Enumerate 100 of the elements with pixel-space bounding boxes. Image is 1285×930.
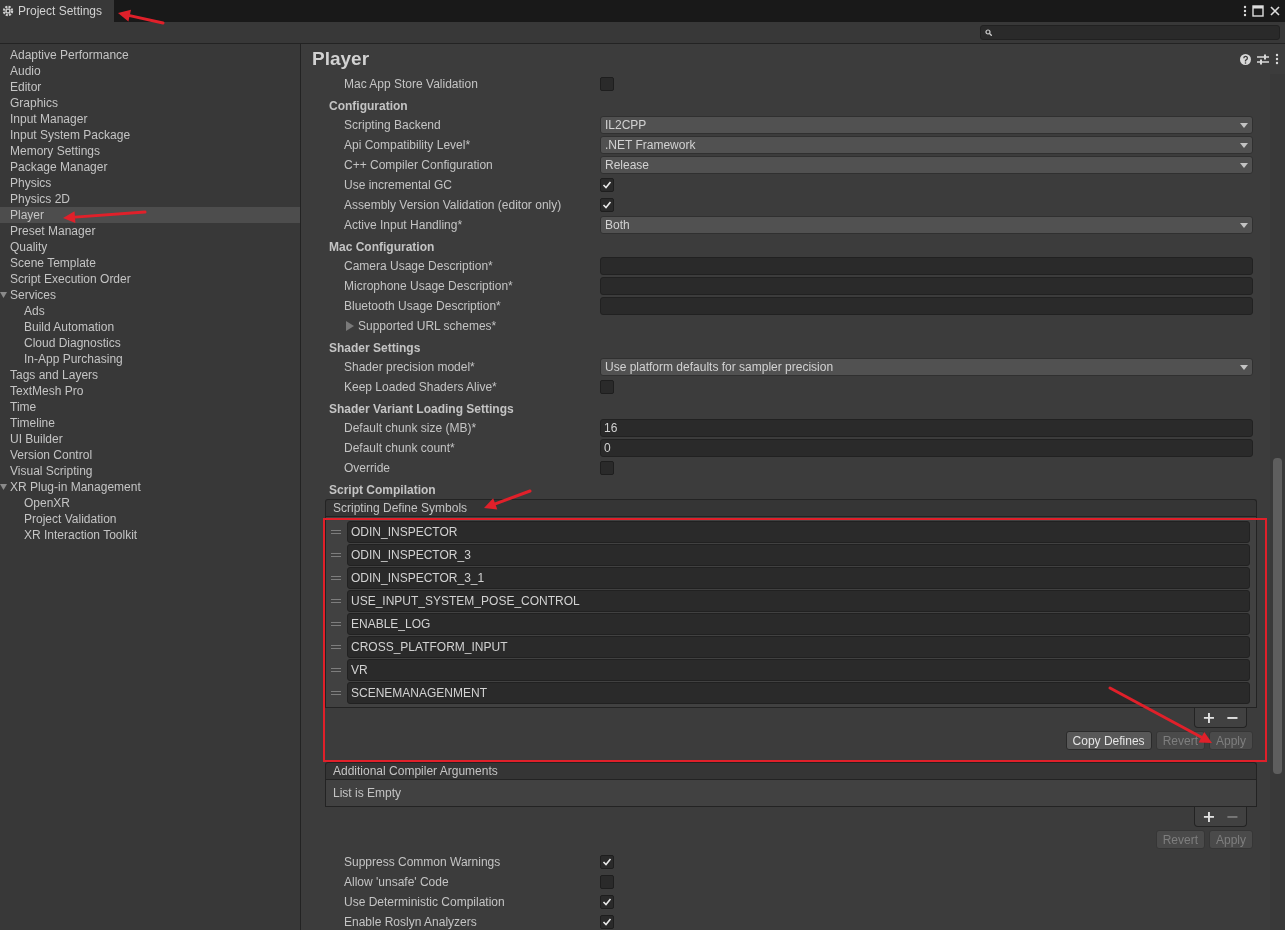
field-label: C++ Compiler Configuration	[343, 158, 494, 172]
sidebar-item[interactable]: OpenXR	[0, 495, 300, 511]
add-button[interactable]: +	[1199, 808, 1219, 825]
help-icon[interactable]	[1240, 53, 1251, 65]
list-header[interactable]: Scripting Define Symbols	[325, 499, 1257, 516]
sidebar-item[interactable]: UI Builder	[0, 431, 300, 447]
text-field[interactable]: ODIN_INSPECTOR_3	[347, 543, 1250, 566]
drag-handle-icon[interactable]	[331, 527, 341, 536]
drag-handle-icon[interactable]	[331, 550, 341, 559]
sidebar-item[interactable]: Ads	[0, 303, 300, 319]
checkbox[interactable]	[600, 380, 614, 394]
dropdown-caret-icon	[1240, 162, 1248, 168]
dropdown[interactable]: Use platform defaults for sampler precision	[600, 358, 1253, 376]
maximize-icon[interactable]	[1252, 5, 1264, 17]
search-field[interactable]	[980, 25, 1280, 40]
checkbox[interactable]	[600, 77, 614, 91]
dropdown-caret-icon	[1240, 222, 1248, 228]
checkbox[interactable]	[600, 178, 614, 192]
sidebar-item[interactable]: Input Manager	[0, 111, 300, 127]
sidebar-item[interactable]: XR Plug-in Management	[0, 479, 300, 495]
sidebar-item[interactable]: Editor	[0, 79, 300, 95]
sidebar-item[interactable]: Memory Settings	[0, 143, 300, 159]
dropdown[interactable]: Both	[600, 216, 1253, 234]
dropdown[interactable]: IL2CPP	[600, 116, 1253, 134]
sidebar-item[interactable]: Package Manager	[0, 159, 300, 175]
text-field[interactable]: USE_INPUT_SYSTEM_POSE_CONTROL	[347, 589, 1250, 612]
sidebar-item[interactable]: Adaptive Performance	[0, 47, 300, 63]
remove-button[interactable]: −	[1222, 709, 1242, 726]
sidebar-item[interactable]: Services	[0, 287, 300, 303]
sidebar-item[interactable]: Physics 2D	[0, 191, 300, 207]
checkbox[interactable]	[600, 875, 614, 889]
field-label: Use Deterministic Compilation	[343, 895, 506, 909]
sidebar-item[interactable]: Scene Template	[0, 255, 300, 271]
sidebar-item[interactable]: Project Validation	[0, 511, 300, 527]
drag-handle-icon[interactable]	[331, 573, 341, 582]
field-label: Shader precision model*	[343, 360, 476, 374]
text-field[interactable]: ODIN_INSPECTOR_3_1	[347, 566, 1250, 589]
text-field[interactable]: CROSS_PLATFORM_INPUT	[347, 635, 1250, 658]
sidebar-item[interactable]: Quality	[0, 239, 300, 255]
field-label: Use incremental GC	[343, 178, 454, 192]
sidebar-item[interactable]: Version Control	[0, 447, 300, 463]
field-label: Default chunk size (MB)*	[343, 421, 478, 435]
dropdown-caret-icon	[1240, 122, 1248, 128]
text-field[interactable]: ODIN_INSPECTOR	[347, 520, 1250, 543]
drag-handle-icon[interactable]	[331, 665, 341, 674]
expand-arrow-icon[interactable]	[346, 321, 354, 331]
expand-arrow-icon[interactable]	[0, 291, 8, 299]
dropdown[interactable]: .NET Framework	[600, 136, 1253, 154]
add-button[interactable]: +	[1199, 709, 1219, 726]
field-label: Microphone Usage Description*	[343, 279, 514, 293]
sidebar-item[interactable]: Audio	[0, 63, 300, 79]
field-label: Assembly Version Validation (editor only)	[343, 198, 563, 212]
sidebar-item[interactable]: Visual Scripting	[0, 463, 300, 479]
action-button[interactable]: Copy Defines	[1065, 731, 1152, 750]
more-options-icon[interactable]	[1275, 53, 1279, 65]
text-field[interactable]: 0	[600, 439, 1253, 457]
sidebar-item[interactable]: Script Execution Order	[0, 271, 300, 287]
field-label: Mac App Store Validation	[343, 77, 479, 91]
drag-handle-icon[interactable]	[331, 596, 341, 605]
sidebar-item[interactable]: TextMesh Pro	[0, 383, 300, 399]
drag-handle-icon[interactable]	[331, 642, 341, 651]
foldout-label[interactable]: Supported URL schemes*	[358, 319, 497, 333]
field-label: Active Input Handling*	[343, 218, 464, 232]
sidebar-item[interactable]: Cloud Diagnostics	[0, 335, 300, 351]
text-field[interactable]: SCENEMANAGENMENT	[347, 681, 1250, 704]
sidebar-item[interactable]: Tags and Layers	[0, 367, 300, 383]
field-label: Keep Loaded Shaders Alive*	[343, 380, 498, 394]
text-field[interactable]: 16	[600, 419, 1253, 437]
annotation-arrow	[118, 9, 165, 25]
checkbox[interactable]	[600, 895, 614, 909]
close-icon[interactable]	[1269, 5, 1281, 17]
window-tab[interactable]: Project Settings	[0, 0, 115, 22]
sidebar-item[interactable]: Player	[0, 207, 300, 223]
expand-arrow-icon[interactable]	[0, 483, 8, 491]
sidebar-item[interactable]: XR Interaction Toolkit	[0, 527, 300, 543]
sidebar-item[interactable]: Timeline	[0, 415, 300, 431]
checkbox[interactable]	[600, 198, 614, 212]
sliders-icon[interactable]	[1257, 53, 1269, 65]
sidebar-item[interactable]: Time	[0, 399, 300, 415]
sidebar-item[interactable]: Physics	[0, 175, 300, 191]
checkbox[interactable]	[600, 855, 614, 869]
sidebar-item[interactable]: Input System Package	[0, 127, 300, 143]
sidebar-item[interactable]: Graphics	[0, 95, 300, 111]
sidebar-item[interactable]: Build Automation	[0, 319, 300, 335]
checkbox[interactable]	[600, 461, 614, 475]
sidebar-item[interactable]: Preset Manager	[0, 223, 300, 239]
checkbox[interactable]	[600, 915, 614, 929]
dropdown[interactable]: Release	[600, 156, 1253, 174]
text-field[interactable]: ENABLE_LOG	[347, 612, 1250, 635]
sidebar-item[interactable]: In-App Purchasing	[0, 351, 300, 367]
drag-handle-icon[interactable]	[331, 688, 341, 697]
text-field[interactable]	[600, 297, 1253, 315]
text-field[interactable]	[600, 277, 1253, 295]
text-field[interactable]	[600, 257, 1253, 275]
list-header[interactable]: Additional Compiler Arguments	[325, 762, 1257, 779]
drag-handle-icon[interactable]	[331, 619, 341, 628]
field-label: Api Compatibility Level*	[343, 138, 472, 152]
text-field[interactable]: VR	[347, 658, 1250, 681]
more-options-icon[interactable]	[1243, 5, 1247, 17]
settings-icon	[2, 5, 14, 17]
